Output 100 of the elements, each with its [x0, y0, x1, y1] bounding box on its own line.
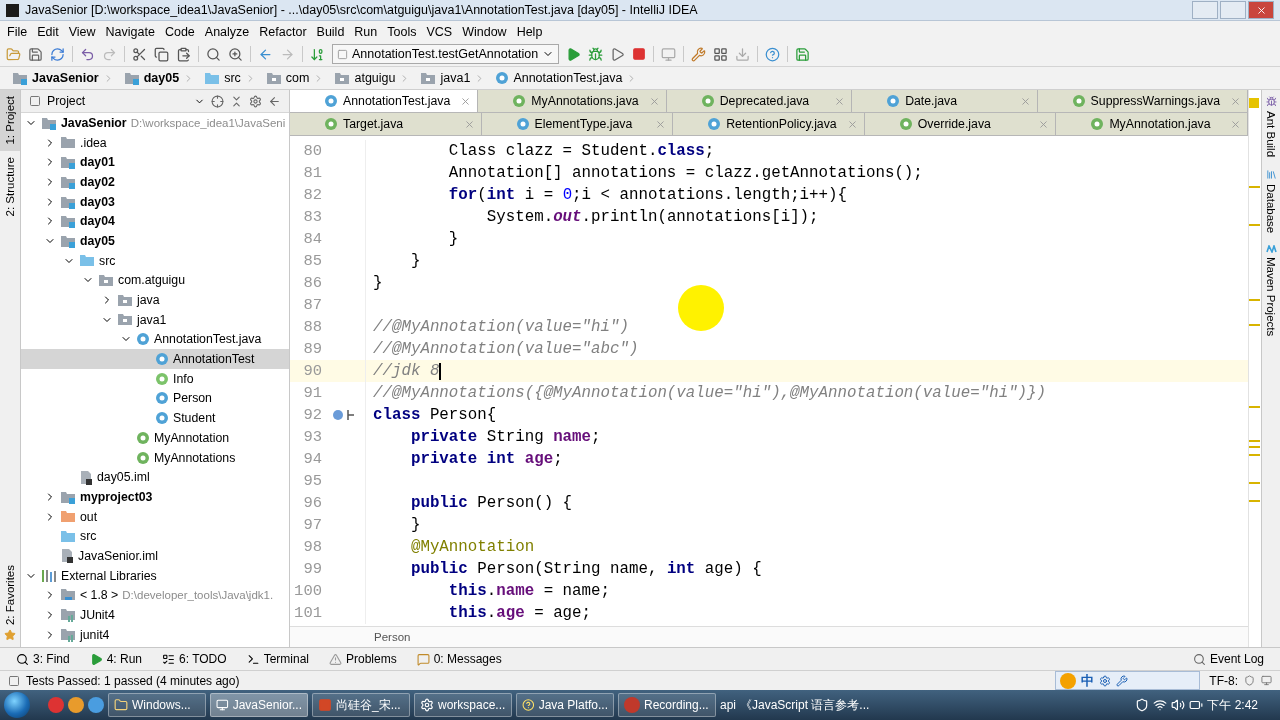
breadcrumb-item[interactable]: JavaSenior [8, 71, 118, 85]
tool-window-button[interactable]: 0: Messages [408, 652, 510, 666]
settings-icon[interactable] [691, 46, 707, 62]
menu-item[interactable]: Window [457, 24, 512, 39]
editor-tab[interactable]: Deprecated.java [666, 90, 853, 112]
tool-window-button[interactable]: Problems [321, 652, 405, 666]
tree-item[interactable]: src [21, 250, 289, 271]
download-icon[interactable] [735, 46, 751, 62]
tree-item[interactable]: MyAnnotation [21, 428, 289, 448]
tree-item[interactable]: day05.iml [21, 467, 289, 488]
hide-icon[interactable] [268, 94, 281, 108]
back-icon[interactable] [258, 46, 273, 62]
taskbar-button[interactable]: workspace... [414, 693, 512, 717]
menu-item[interactable]: View [63, 24, 101, 39]
debug-icon[interactable] [588, 46, 604, 62]
start-button[interactable] [4, 692, 30, 718]
tool-window-tab[interactable]: Ant Build [1262, 90, 1280, 164]
tree-item[interactable]: java [21, 290, 289, 310]
tree-item[interactable]: < 1.8 > D:\developer_tools\Java\jdk1. [21, 585, 289, 606]
tree-item[interactable]: src [21, 526, 289, 547]
ime-mode[interactable]: 中 [1081, 671, 1094, 690]
tree-item[interactable]: .idea [21, 132, 289, 153]
breadcrumb-item[interactable]: atguigu [330, 71, 415, 85]
tool-window-button[interactable]: 6: TODO [154, 652, 235, 666]
breadcrumb-item[interactable]: com [261, 71, 329, 85]
menu-item[interactable]: Navigate [100, 24, 160, 39]
tree-item[interactable]: day05 [21, 231, 289, 251]
menu-item[interactable]: Code [159, 24, 200, 39]
tree-item[interactable]: AnnotationTest [21, 349, 289, 369]
volume-icon[interactable] [1171, 698, 1186, 712]
tree-item[interactable]: JUnit4 [21, 605, 289, 625]
tree-item[interactable]: MyAnnotations [21, 447, 289, 468]
stop-icon[interactable] [632, 47, 647, 61]
run-configuration-dropdown[interactable]: AnnotationTest.testGetAnnotation [332, 44, 560, 64]
tree-item[interactable]: java1 [21, 309, 289, 330]
tray-icon[interactable] [1135, 698, 1150, 712]
tree-item[interactable]: day01 [21, 152, 289, 173]
tree-item[interactable]: Student [21, 408, 289, 428]
battery-icon[interactable] [1189, 698, 1204, 712]
toolbar-label[interactable]: api [720, 698, 736, 712]
tree-item[interactable]: com.atguigu [21, 270, 289, 291]
menu-item[interactable]: Build [311, 24, 350, 39]
taskbar-button[interactable]: 尚硅谷_宋... [312, 693, 410, 717]
build-icon[interactable] [310, 46, 325, 62]
clock[interactable]: 下午 2:42 [1207, 696, 1258, 714]
coverage-icon[interactable] [610, 46, 626, 62]
encoding[interactable]: TF-8: [1209, 673, 1238, 688]
save-icon[interactable] [28, 46, 43, 62]
app-icon[interactable] [48, 697, 64, 713]
wrench-icon[interactable] [1116, 674, 1128, 687]
breadcrumb-item[interactable]: day05 [119, 71, 199, 85]
tree-item[interactable]: day04 [21, 211, 289, 232]
tool-window-button[interactable]: Terminal [238, 652, 317, 666]
tool-window-tab[interactable]: 2: Structure [0, 150, 20, 223]
sync-icon[interactable] [50, 46, 65, 62]
document-link[interactable]: 《JavaScript 语言参考... [740, 696, 870, 714]
tree-item[interactable]: Info [21, 368, 289, 389]
run-icon[interactable] [566, 46, 582, 62]
tree-item[interactable]: out [21, 506, 289, 527]
taskbar-button[interactable]: JavaSenior... [210, 693, 308, 717]
close-icon[interactable] [460, 95, 472, 107]
gear-icon[interactable] [1099, 674, 1111, 687]
tree-item[interactable]: day02 [21, 172, 289, 192]
editor-tab[interactable]: SuppressWarnings.java [1037, 90, 1248, 112]
close-button[interactable] [1248, 1, 1274, 19]
tree-item[interactable]: junit4 [21, 624, 289, 645]
tree-item[interactable]: JavaSenior.iml [21, 546, 289, 566]
editor-tab[interactable]: MyAnnotations.java [478, 90, 667, 112]
breadcrumb-item[interactable]: src [200, 71, 260, 85]
open-icon[interactable] [6, 46, 21, 62]
menu-item[interactable]: Run [349, 24, 383, 39]
event-log-button[interactable]: Event Log [1184, 652, 1272, 666]
menu-item[interactable]: Edit [32, 24, 64, 39]
breadcrumb-item[interactable]: AnnotationTest.java [491, 71, 642, 85]
copy-icon[interactable] [154, 46, 169, 62]
editor-tab[interactable]: ElementType.java [481, 113, 674, 135]
editor-tab[interactable]: Date.java [852, 90, 1038, 112]
app-icon[interactable] [68, 697, 84, 713]
help-icon[interactable] [765, 46, 781, 62]
tree-item[interactable]: JavaSenior D:\workspace_idea1\JavaSeni [21, 113, 289, 133]
code-breadcrumb[interactable]: Person [374, 631, 411, 643]
editor-tab[interactable]: Override.java [864, 113, 1057, 135]
taskbar-button[interactable]: Windows... [108, 693, 206, 717]
tool-window-button[interactable]: 3: Find [8, 652, 78, 666]
cut-icon[interactable] [132, 46, 147, 62]
tree-item[interactable]: AnnotationTest.java [21, 329, 289, 350]
search-icon[interactable] [206, 46, 221, 62]
paste-icon[interactable] [176, 46, 191, 62]
tool-window-tab[interactable]: 2: Favorites [0, 558, 20, 647]
editor-tab[interactable]: Target.java [290, 113, 482, 135]
tree-item[interactable]: External Libraries [21, 565, 289, 586]
taskbar-button[interactable]: Java Platfo... [516, 693, 614, 717]
tree-item[interactable]: Person [21, 388, 289, 409]
locate-icon[interactable] [211, 94, 224, 108]
save-all-icon[interactable] [795, 46, 811, 62]
menu-item[interactable]: Refactor [254, 24, 312, 39]
tool-window-tab[interactable]: 1: Project [0, 90, 20, 151]
editor-tab[interactable]: MyAnnotation.java [1056, 113, 1248, 135]
menu-item[interactable]: Help [511, 24, 548, 39]
tool-window-button[interactable]: 4: Run [81, 652, 151, 666]
